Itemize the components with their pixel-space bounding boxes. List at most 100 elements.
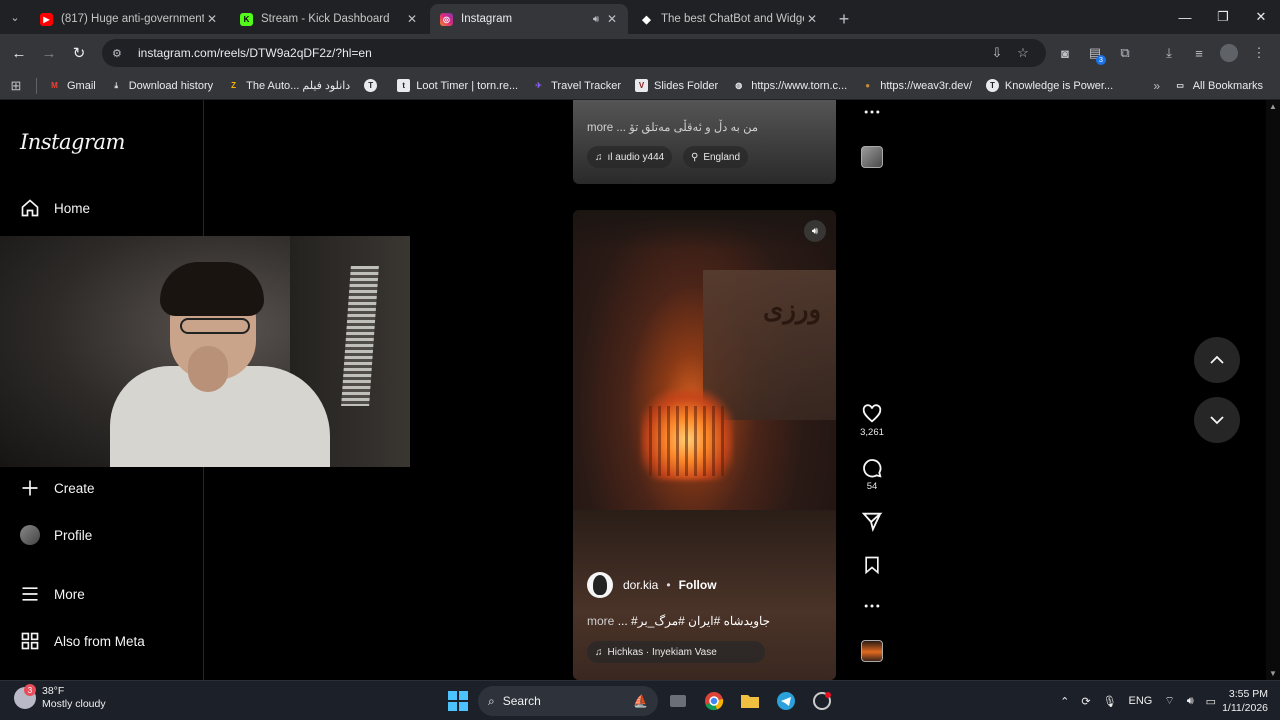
sidebar-item-home[interactable]: Home <box>20 198 90 218</box>
close-tab-icon[interactable]: ✕ <box>404 12 420 26</box>
save-button[interactable] <box>855 554 889 576</box>
speaker-icon[interactable]: 🔊︎ <box>588 14 604 25</box>
new-tab-button[interactable]: + <box>830 4 858 34</box>
install-app-icon[interactable]: ⇩ <box>984 45 1010 61</box>
restore-icon[interactable]: ❐ <box>1204 0 1242 34</box>
travel-icon: ✈ <box>535 81 542 90</box>
telegram-icon[interactable] <box>768 685 804 717</box>
previous-options-icon[interactable] <box>855 102 889 122</box>
microphone-icon[interactable]: 🎙︎ <box>1103 695 1117 708</box>
bookmark-gmail[interactable]: M Gmail <box>41 74 103 98</box>
sidebar-item-profile[interactable]: Profile <box>20 525 92 545</box>
search-icon: ⌕ <box>488 693 495 708</box>
task-view-icon[interactable] <box>660 685 696 717</box>
all-bookmarks[interactable]: ▭ All Bookmarks <box>1167 74 1270 98</box>
url-text[interactable]: instagram.com/reels/DTW9a2qDF2z/?hl=en <box>138 46 984 60</box>
profile-avatar[interactable] <box>1214 38 1244 68</box>
bookmark-weav3r[interactable]: ● https://weav3r.dev/ <box>854 74 979 98</box>
chrome-icon[interactable] <box>696 685 732 717</box>
page-scrollbar[interactable]: ▲ ▼ <box>1266 100 1280 680</box>
next-reel-button[interactable] <box>1194 397 1240 443</box>
bookmarks-overflow-icon[interactable]: » <box>1153 79 1160 93</box>
plus-icon <box>20 478 40 498</box>
share-button[interactable] <box>855 510 889 532</box>
scroll-down-arrow-icon[interactable]: ▼ <box>1269 669 1277 678</box>
windows-start-icon[interactable] <box>440 685 476 717</box>
reading-list-icon[interactable]: ≡ <box>1184 38 1214 68</box>
bookmark-star-icon[interactable]: ☆ <box>1010 45 1036 61</box>
sidebar-item-also-from-meta[interactable]: Also from Meta <box>20 631 145 651</box>
bookmark-torn[interactable]: ◍ https://www.torn.c... <box>725 74 854 98</box>
follow-button[interactable]: Follow <box>679 578 717 592</box>
bookmark-t[interactable]: T <box>357 74 390 98</box>
scroll-up-arrow-icon[interactable]: ▲ <box>1269 102 1277 111</box>
menu-kebab-icon[interactable]: ⋮ <box>1244 38 1274 68</box>
audio-thumbnail[interactable] <box>855 640 889 662</box>
options-icon[interactable] <box>855 596 889 616</box>
file-explorer-icon[interactable] <box>732 685 768 717</box>
location-pill[interactable]: ⚲ England <box>683 146 749 168</box>
close-window-icon[interactable]: ✕ <box>1242 0 1280 34</box>
more-link[interactable]: more <box>587 614 614 628</box>
volume-icon[interactable]: 🔊︎ <box>1187 695 1194 708</box>
instagram-logo[interactable]: Instagram <box>20 130 125 154</box>
tab-search-dropdown[interactable]: ⌄ <box>0 0 30 34</box>
bookmark-label: All Bookmarks <box>1192 79 1263 92</box>
forward-icon[interactable]: → <box>34 38 64 68</box>
comment-button[interactable]: 54 <box>855 457 889 492</box>
obs-icon[interactable] <box>804 685 840 717</box>
bookmark-loot-timer[interactable]: t Loot Timer | torn.re... <box>390 74 525 98</box>
bookmark-knowledge[interactable]: T Knowledge is Power... <box>979 74 1120 98</box>
address-bar[interactable]: ⚙ instagram.com/reels/DTW9a2qDF2z/?hl=en… <box>102 39 1046 67</box>
like-count: 3,261 <box>860 427 884 438</box>
tray-overflow-icon[interactable]: ⌃ <box>1060 695 1069 708</box>
reload-icon[interactable]: ↻ <box>64 38 94 68</box>
sidebar-item-label: Create <box>54 480 95 496</box>
author-avatar[interactable] <box>587 572 613 598</box>
previous-audio-thumbnail[interactable] <box>855 146 889 168</box>
previous-reel[interactable]: more ... من به دڵ و ئەقڵی مەتلق تۆ ♫ ıl … <box>573 100 836 184</box>
audio-pill[interactable]: ♫ ıl audio y444 <box>587 146 673 168</box>
tab-kick[interactable]: K Stream - Kick Dashboard ✕ <box>230 4 428 34</box>
close-tab-icon[interactable]: ✕ <box>604 12 620 26</box>
bookmark-auto[interactable]: Z The Auto... دانلود فیلم <box>220 74 357 98</box>
sound-toggle-icon[interactable]: 🔊︎ <box>804 220 826 242</box>
back-icon[interactable]: ← <box>4 38 34 68</box>
more-link[interactable]: more <box>587 122 613 134</box>
audio-pill[interactable]: ♫ Hichkas · Inyekiam Vase <box>587 641 765 663</box>
bookmark-travel-tracker[interactable]: ✈ Travel Tracker <box>525 74 628 98</box>
clock[interactable]: 3:55 PM 1/11/2026 <box>1222 687 1268 715</box>
author-username[interactable]: dor.kia <box>623 578 658 592</box>
bookmark-download-history[interactable]: ⤓ Download history <box>103 74 220 98</box>
tab-instagram[interactable]: ◎ Instagram 🔊︎ ✕ <box>430 4 628 34</box>
site-info-icon[interactable]: ⚙ <box>112 47 128 60</box>
audio-label: ıl audio y444 <box>607 151 665 163</box>
close-tab-icon[interactable]: ✕ <box>204 12 220 26</box>
like-button[interactable]: 3,261 <box>855 403 889 438</box>
v-logo-icon: V <box>635 79 649 92</box>
sidebar-item-label: Profile <box>54 527 93 543</box>
close-tab-icon[interactable]: ✕ <box>804 12 820 26</box>
sidebar-item-create[interactable]: Create <box>20 478 95 498</box>
language-indicator[interactable]: ENG <box>1129 695 1153 707</box>
previous-reel-button[interactable] <box>1194 337 1240 383</box>
instagram-icon: ◎ <box>440 12 453 26</box>
downloads-icon[interactable]: ⤓ <box>1154 38 1184 68</box>
taskbar-search[interactable]: ⌕ Search ⛵ <box>478 686 658 716</box>
incognito-extension-icon[interactable]: ◙ <box>1050 38 1080 68</box>
tab-youtube[interactable]: ▶ (817) Huge anti-government pr ✕ <box>30 4 228 34</box>
battery-icon[interactable]: ▭ <box>1206 695 1216 708</box>
extension-icon[interactable]: ▤ 3 <box>1080 38 1110 68</box>
music-note-icon: ♫ <box>595 646 603 658</box>
bookmark-slides-folder[interactable]: V Slides Folder <box>628 74 725 98</box>
minimize-icon[interactable]: — <box>1166 0 1204 34</box>
webcam-overlay <box>0 236 410 467</box>
wifi-icon[interactable]: ⌔ <box>1164 694 1174 708</box>
weather-widget[interactable]: 3 38°F Mostly cloudy <box>14 684 106 711</box>
sync-icon[interactable]: ⟳ <box>1081 695 1090 708</box>
apps-grid-icon[interactable]: ⊞ <box>0 78 32 94</box>
sidebar-item-more[interactable]: More <box>20 584 85 604</box>
puzzle-extensions-icon[interactable]: ⧉ <box>1110 38 1140 68</box>
reel-video[interactable]: ورزی 🔊︎ dor.kia • Follow more ... #جاوید… <box>573 210 836 680</box>
tab-chatbot[interactable]: ◆ The best ChatBot and Widgets ✕ <box>630 4 828 34</box>
